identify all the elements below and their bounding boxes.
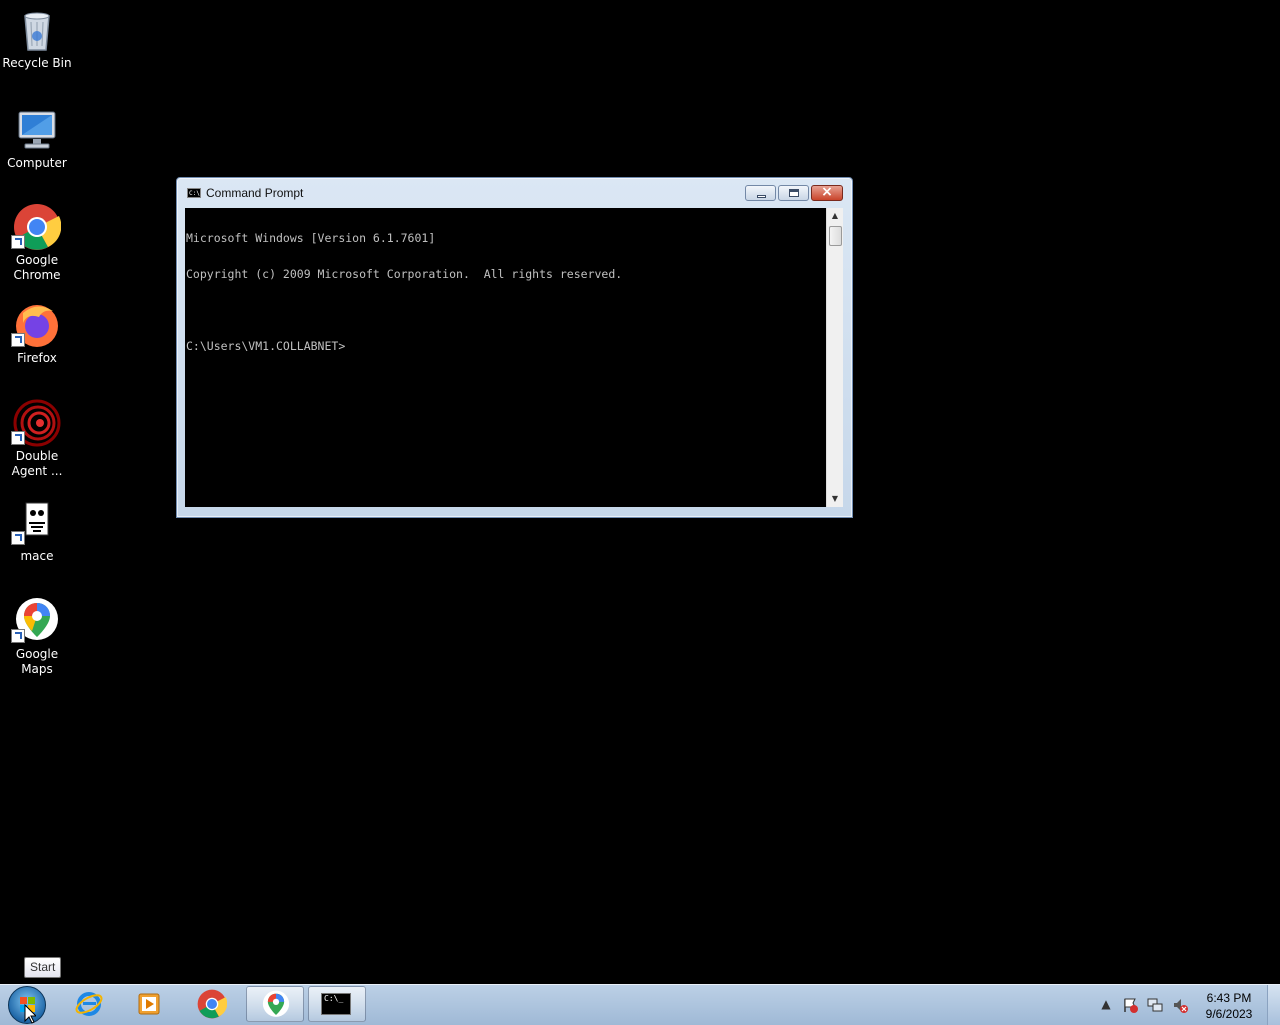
console-line: Copyright (c) 2009 Microsoft Corporation… bbox=[186, 267, 623, 281]
desktop-icon-label: Google Maps bbox=[15, 647, 59, 676]
computer-icon bbox=[13, 106, 61, 154]
desktop-icon-firefox[interactable]: Firefox bbox=[0, 301, 74, 366]
vertical-scrollbar[interactable]: ▲ ▼ bbox=[826, 208, 843, 507]
desktop-icon-label: Firefox bbox=[17, 351, 57, 365]
chrome-icon bbox=[11, 203, 62, 251]
google-maps-icon bbox=[11, 597, 61, 645]
console-prompt-line: C:\Users\VM1.COLLABNET> bbox=[186, 339, 346, 353]
desktop-icon-label: Recycle Bin bbox=[2, 56, 72, 70]
window-titlebar[interactable]: C:\ Command Prompt × bbox=[177, 178, 852, 206]
double-agent-icon bbox=[11, 399, 61, 447]
command-prompt-window[interactable]: C:\ Command Prompt × Microsoft Windows [… bbox=[176, 177, 853, 518]
google-maps-icon bbox=[261, 990, 291, 1020]
taskbar-chrome[interactable] bbox=[183, 986, 241, 1022]
firefox-icon bbox=[11, 301, 61, 349]
shortcut-arrow-icon bbox=[11, 531, 25, 545]
scroll-thumb[interactable] bbox=[829, 226, 842, 246]
start-tooltip: Start bbox=[24, 957, 62, 978]
show-hidden-icons-button[interactable]: ▲ bbox=[1098, 997, 1114, 1013]
taskbar: C:\_ ▲ 6:43 PM 9/6/2023 bbox=[0, 984, 1280, 1025]
system-clock[interactable]: 6:43 PM 9/6/2023 bbox=[1196, 990, 1262, 1022]
desktop-icon-recycle-bin[interactable]: Recycle Bin bbox=[0, 6, 74, 71]
network-icon[interactable] bbox=[1147, 997, 1163, 1013]
desktop-icon-mace[interactable]: mace bbox=[0, 499, 74, 564]
desktop-icon-double-agent[interactable]: Double Agent ... bbox=[0, 399, 74, 479]
shortcut-arrow-icon bbox=[11, 629, 25, 643]
clock-time: 6:43 PM bbox=[1206, 991, 1252, 1005]
window-title: Command Prompt bbox=[206, 186, 304, 200]
minimize-button[interactable] bbox=[745, 185, 776, 201]
show-desktop-button[interactable] bbox=[1267, 985, 1280, 1025]
mace-icon bbox=[11, 499, 61, 547]
desktop-icon-google-chrome[interactable]: Google Chrome bbox=[0, 203, 74, 283]
console-output[interactable]: Microsoft Windows [Version 6.1.7601] Cop… bbox=[185, 208, 826, 507]
console-line: Microsoft Windows [Version 6.1.7601] bbox=[186, 231, 436, 245]
desktop-icon-label: Google Chrome bbox=[13, 253, 61, 282]
action-center-flag-icon[interactable] bbox=[1122, 997, 1138, 1013]
taskbar-google-maps[interactable] bbox=[246, 986, 304, 1022]
recycle-bin-icon bbox=[13, 6, 61, 54]
chrome-icon bbox=[197, 989, 228, 1019]
scroll-down-arrow-icon[interactable]: ▼ bbox=[827, 491, 843, 507]
desktop-icon-label: Computer bbox=[7, 156, 67, 170]
taskbar-media-player[interactable] bbox=[120, 986, 178, 1022]
scroll-up-arrow-icon[interactable]: ▲ bbox=[827, 208, 843, 224]
shortcut-arrow-icon bbox=[11, 235, 25, 249]
taskbar-command-prompt[interactable]: C:\_ bbox=[308, 986, 366, 1022]
close-icon: × bbox=[821, 184, 833, 200]
desktop-icon-label: Double Agent ... bbox=[11, 449, 63, 478]
internet-explorer-icon bbox=[74, 989, 104, 1019]
command-prompt-icon: C:\_ bbox=[321, 993, 351, 1015]
volume-muted-icon[interactable] bbox=[1172, 997, 1188, 1013]
desktop-icon-computer[interactable]: Computer bbox=[0, 106, 74, 171]
shortcut-arrow-icon bbox=[11, 333, 25, 347]
taskbar-internet-explorer[interactable] bbox=[60, 986, 118, 1022]
close-button[interactable]: × bbox=[811, 184, 843, 201]
desktop-icon-google-maps[interactable]: Google Maps bbox=[0, 597, 74, 677]
media-player-icon bbox=[134, 989, 164, 1019]
clock-date: 9/6/2023 bbox=[1205, 1007, 1253, 1021]
command-prompt-icon: C:\ bbox=[187, 188, 201, 198]
shortcut-arrow-icon bbox=[11, 431, 25, 445]
mouse-cursor-icon bbox=[24, 1004, 36, 1024]
maximize-button[interactable] bbox=[778, 185, 809, 201]
desktop-icon-label: mace bbox=[20, 549, 54, 563]
